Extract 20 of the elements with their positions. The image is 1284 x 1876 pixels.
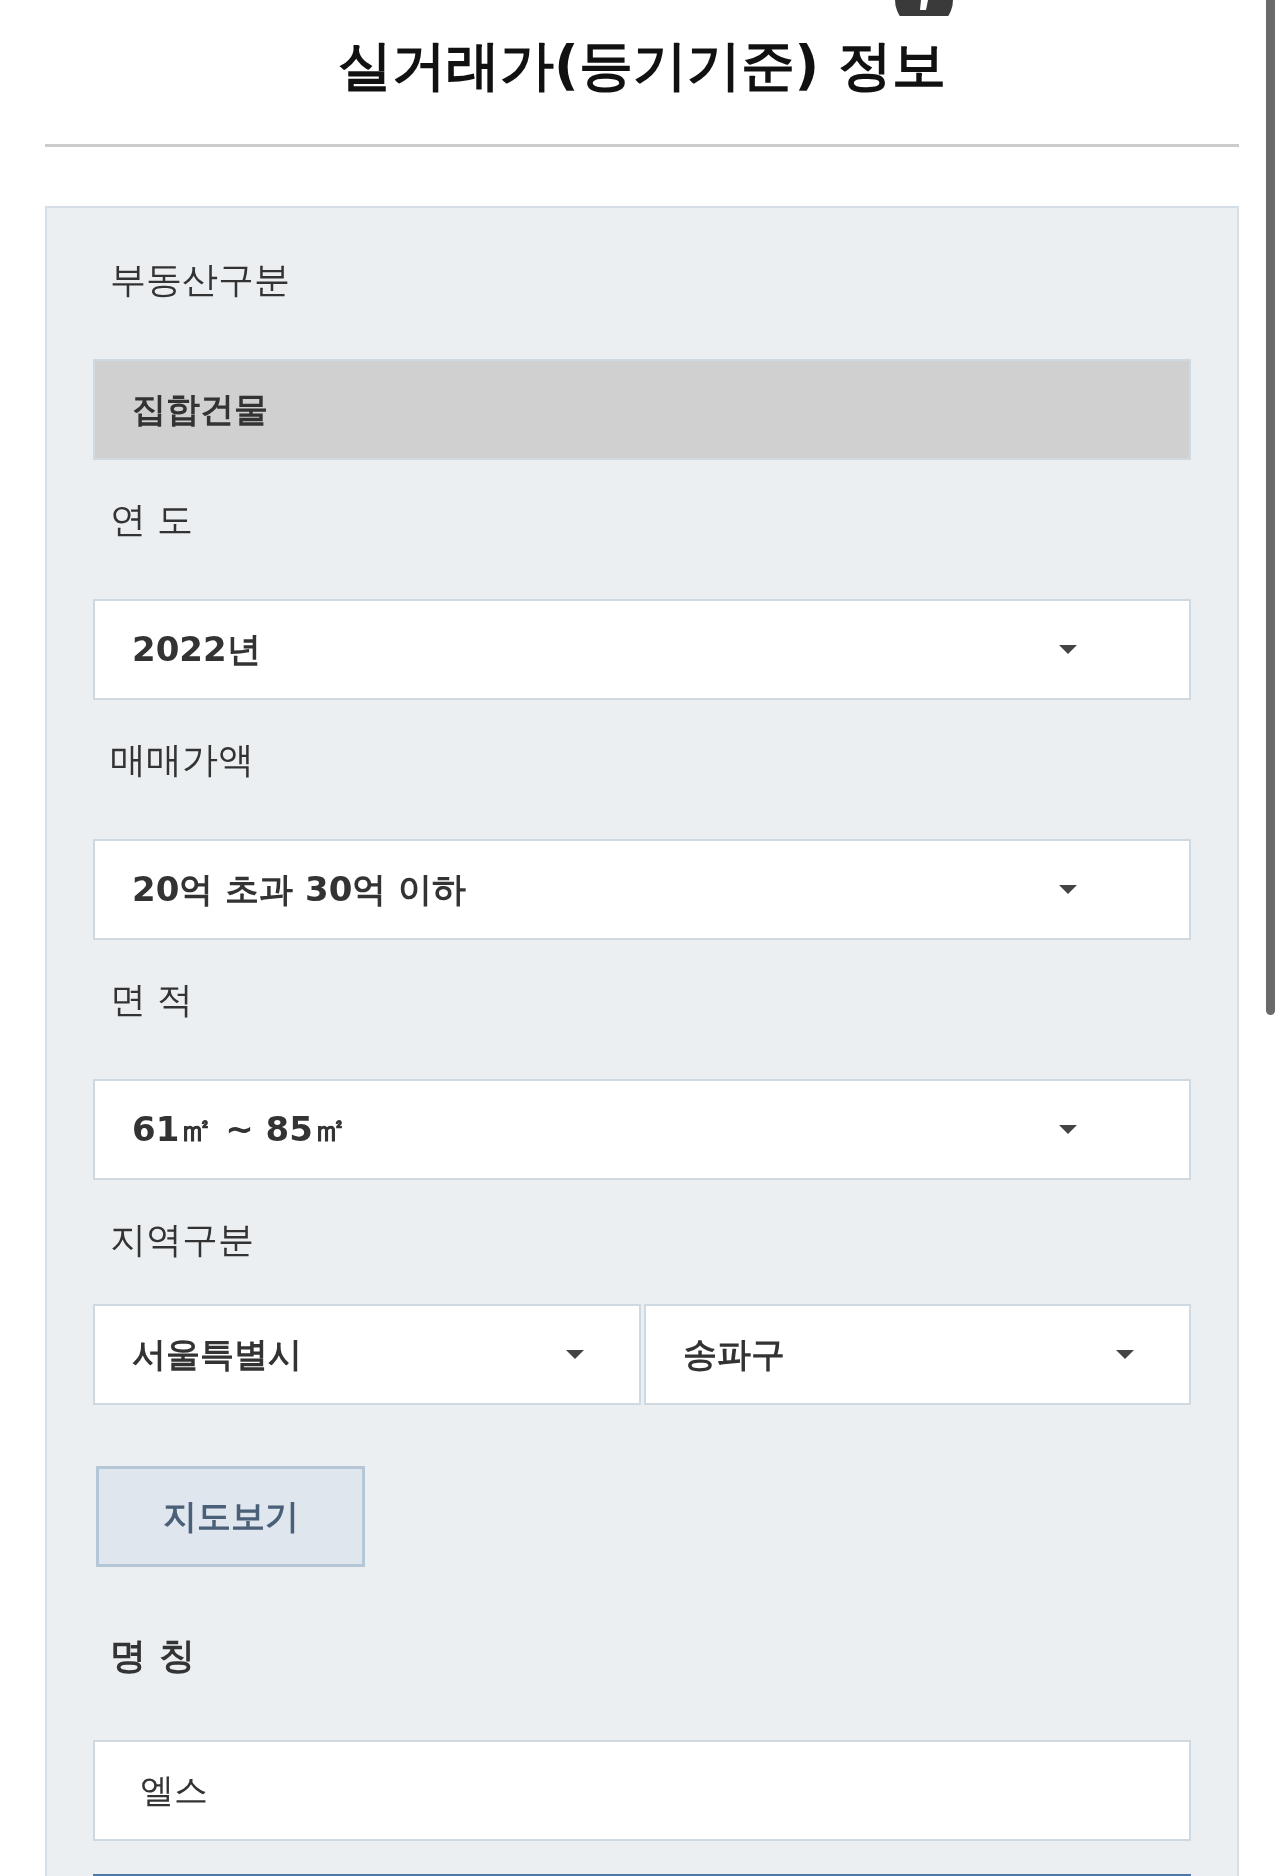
field-label: 연 도 xyxy=(109,498,195,542)
field-label: 부동산구분 xyxy=(109,258,291,302)
dropdown[interactable]: 송파구 xyxy=(643,1304,1191,1405)
field-label: 지역구분 xyxy=(109,1218,255,1262)
scrollbar-thumb[interactable] xyxy=(1266,0,1275,1015)
caret-icon xyxy=(565,1350,584,1359)
page-title: 실거래가(등기기준) 정보 xyxy=(336,34,948,98)
field-label: 매매가액 xyxy=(109,738,255,782)
dropdown[interactable]: 2022년 xyxy=(93,599,1191,700)
dropdown[interactable]: 61㎡ ~ 85㎡ xyxy=(93,1079,1191,1180)
map-view-button[interactable]: 지도보기 xyxy=(96,1466,365,1567)
name-input-field[interactable]: 엘스 xyxy=(93,1740,1191,1841)
caret-icon xyxy=(1059,885,1077,894)
field-label: 명 칭 xyxy=(109,1634,196,1678)
caret-icon xyxy=(1059,1125,1077,1134)
field-label: 면 적 xyxy=(109,978,195,1022)
dropdown[interactable]: 서울특별시 xyxy=(93,1304,641,1405)
dropdown[interactable]: 20억 초과 30억 이하 xyxy=(93,839,1191,940)
caret-icon xyxy=(1116,1350,1134,1359)
caret-icon xyxy=(1059,645,1077,654)
